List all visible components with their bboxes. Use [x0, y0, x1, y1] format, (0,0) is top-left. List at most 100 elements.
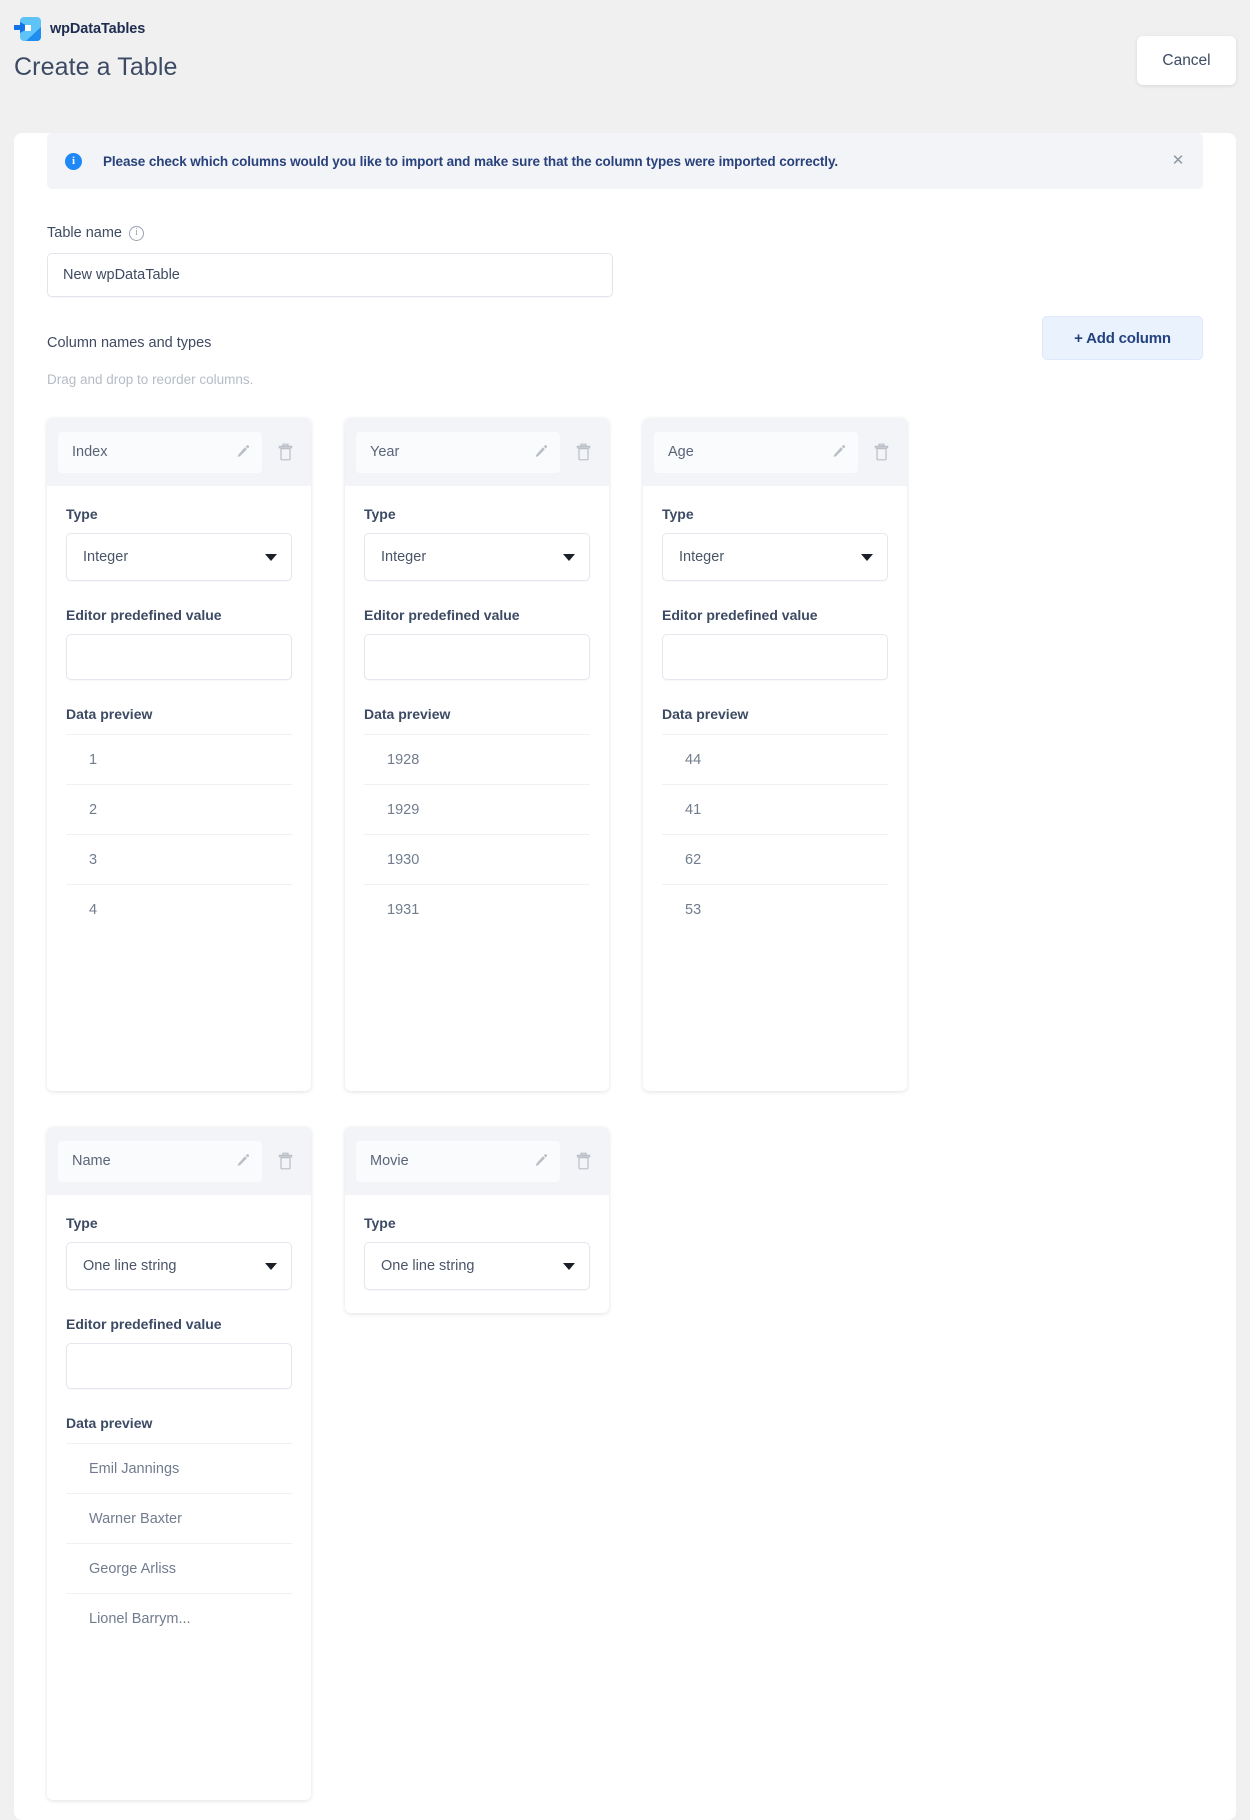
columns-section-hint: Drag and drop to reorder columns. [47, 372, 254, 387]
pencil-icon[interactable] [829, 442, 849, 462]
data-preview-list: Emil Jannings Warner Baxter George Arlis… [66, 1443, 292, 1643]
column-name-text: Movie [370, 1153, 409, 1169]
type-select[interactable]: One line string [66, 1242, 292, 1290]
data-preview-row: Lionel Barrym... [66, 1593, 292, 1643]
column-name-field[interactable]: Name [58, 1140, 262, 1182]
data-preview-row: 1929 [364, 784, 590, 834]
columns-section-title: Column names and types [47, 335, 212, 351]
type-select-value: One line string [381, 1258, 475, 1274]
column-card-body: Type One line string [345, 1195, 609, 1290]
data-preview-row: 2 [66, 784, 292, 834]
data-preview-label: Data preview [66, 706, 153, 722]
type-label: Type [364, 1215, 396, 1231]
trash-icon[interactable] [573, 1151, 593, 1171]
chevron-down-icon [861, 553, 873, 561]
info-circle-icon[interactable]: i [128, 225, 144, 241]
type-select-value: Integer [381, 549, 427, 565]
data-preview-row: 1 [66, 734, 292, 784]
editor-value-label: Editor predefined value [66, 607, 222, 623]
editor-value-input[interactable] [66, 634, 292, 680]
column-card[interactable]: Year Type Integer Editor predefined valu… [345, 418, 609, 1091]
data-preview-list: 44 41 62 53 [662, 734, 888, 934]
data-preview-row: 1931 [364, 884, 590, 934]
column-card[interactable]: Index Type Integer Editor predefined val… [47, 418, 311, 1091]
type-select[interactable]: Integer [66, 533, 292, 581]
trash-icon[interactable] [275, 1151, 295, 1171]
editor-value-input[interactable] [662, 634, 888, 680]
columns-section-header: Column names and types Drag and drop to … [47, 316, 1203, 397]
chevron-down-icon [265, 553, 277, 561]
pencil-icon[interactable] [233, 442, 253, 462]
data-preview-row: 1930 [364, 834, 590, 884]
brand-name: wpDataTables [50, 21, 146, 37]
type-label: Type [66, 506, 98, 522]
data-preview-list: 1928 1929 1930 1931 [364, 734, 590, 934]
column-card-body: Type Integer Editor predefined value Dat… [643, 486, 907, 934]
info-icon: i [65, 152, 82, 170]
pencil-icon[interactable] [531, 442, 551, 462]
page-title: Create a Table [14, 53, 178, 81]
column-name-field[interactable]: Index [58, 431, 262, 473]
editor-value-input[interactable] [364, 634, 590, 680]
data-preview-list: 1 2 3 4 [66, 734, 292, 934]
chevron-down-icon [563, 553, 575, 561]
type-select[interactable]: One line string [364, 1242, 590, 1290]
brand: wpDataTables [14, 16, 1250, 42]
column-name-field[interactable]: Movie [356, 1140, 560, 1182]
data-preview-row: George Arliss [66, 1543, 292, 1593]
editor-value-label: Editor predefined value [364, 607, 520, 623]
column-name-text: Name [72, 1153, 111, 1169]
column-name-text: Age [668, 444, 694, 460]
wpdatatables-logo-icon [14, 16, 41, 42]
chevron-down-icon [265, 1262, 277, 1270]
column-card-header: Movie [345, 1127, 609, 1195]
column-name-field[interactable]: Year [356, 431, 560, 473]
table-name-label: Table name i [47, 225, 1203, 241]
table-name-label-text: Table name [47, 225, 122, 241]
chevron-down-icon [563, 1262, 575, 1270]
table-name-input[interactable] [47, 253, 613, 297]
data-preview-label: Data preview [662, 706, 749, 722]
column-cards-grid: Index Type Integer Editor predefined val… [47, 418, 1203, 1800]
column-card[interactable]: Age Type Integer Editor predefined value [643, 418, 907, 1091]
column-card-body: Type Integer Editor predefined value Dat… [47, 486, 311, 934]
data-preview-row: Warner Baxter [66, 1493, 292, 1543]
type-select-value: Integer [83, 549, 129, 565]
pencil-icon[interactable] [233, 1151, 253, 1171]
table-name-block: Table name i [47, 225, 1203, 297]
add-column-button[interactable]: + Add column [1042, 316, 1203, 360]
column-name-field[interactable]: Age [654, 431, 858, 473]
data-preview-row: 4 [66, 884, 292, 934]
column-card[interactable]: Movie Type One line string [345, 1127, 609, 1313]
main-panel: i Please check which columns would you l… [14, 133, 1236, 1820]
notice-text: Please check which columns would you lik… [103, 153, 838, 169]
column-name-text: Year [370, 444, 400, 460]
column-card-header: Age [643, 418, 907, 486]
data-preview-label: Data preview [66, 1415, 153, 1431]
trash-icon[interactable] [573, 442, 593, 462]
column-card-header: Name [47, 1127, 311, 1195]
data-preview-row: 44 [662, 734, 888, 784]
close-icon[interactable]: ✕ [1170, 153, 1186, 169]
top-bar: wpDataTables Create a Table Cancel [0, 0, 1250, 100]
column-card-body: Type One line string Editor predefined v… [47, 1195, 311, 1643]
column-card[interactable]: Name Type One line string Editor predefi… [47, 1127, 311, 1800]
editor-value-input[interactable] [66, 1343, 292, 1389]
pencil-icon[interactable] [531, 1151, 551, 1171]
column-card-header: Year [345, 418, 609, 486]
type-select[interactable]: Integer [662, 533, 888, 581]
type-label: Type [66, 1215, 98, 1231]
type-select-value: Integer [679, 549, 725, 565]
data-preview-row: Emil Jannings [66, 1443, 292, 1493]
trash-icon[interactable] [871, 442, 891, 462]
trash-icon[interactable] [275, 442, 295, 462]
cancel-button[interactable]: Cancel [1137, 36, 1236, 85]
data-preview-label: Data preview [364, 706, 451, 722]
type-select[interactable]: Integer [364, 533, 590, 581]
type-select-value: One line string [83, 1258, 177, 1274]
column-name-text: Index [72, 444, 108, 460]
column-card-body: Type Integer Editor predefined value Dat… [345, 486, 609, 934]
data-preview-row: 41 [662, 784, 888, 834]
editor-value-label: Editor predefined value [662, 607, 818, 623]
column-card-header: Index [47, 418, 311, 486]
